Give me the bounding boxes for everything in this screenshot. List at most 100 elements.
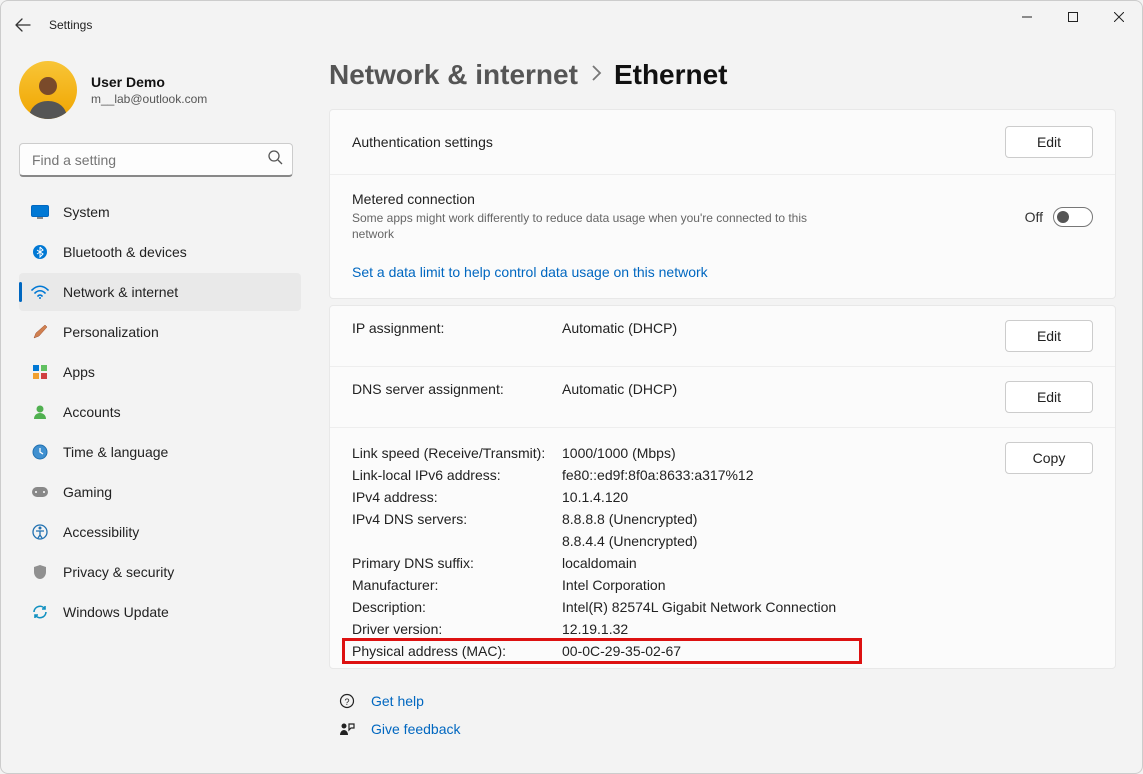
maximize-button[interactable] bbox=[1050, 1, 1096, 33]
nav-gaming[interactable]: Gaming bbox=[19, 473, 301, 511]
data-limit-link[interactable]: Set a data limit to help control data us… bbox=[330, 258, 730, 298]
titlebar: Settings bbox=[1, 1, 1142, 49]
auth-edit-button[interactable]: Edit bbox=[1005, 126, 1093, 158]
auth-row: Authentication settings Edit bbox=[330, 110, 1115, 174]
monitor-icon bbox=[31, 203, 49, 221]
metered-toggle-label: Off bbox=[1025, 209, 1043, 225]
nav-label: Network & internet bbox=[63, 284, 178, 300]
window-controls bbox=[1004, 1, 1142, 33]
info-val: Intel Corporation bbox=[562, 577, 862, 593]
get-help-link[interactable]: ? Get help bbox=[333, 687, 1116, 715]
info-row: Primary DNS suffix:localdomain bbox=[352, 552, 1093, 574]
clock-icon bbox=[31, 443, 49, 461]
nav-accessibility[interactable]: Accessibility bbox=[19, 513, 301, 551]
info-row: Description:Intel(R) 82574L Gigabit Netw… bbox=[352, 596, 1093, 618]
update-icon bbox=[31, 603, 49, 621]
close-button[interactable] bbox=[1096, 1, 1142, 33]
nav-network[interactable]: Network & internet bbox=[19, 273, 301, 311]
gamepad-icon bbox=[31, 483, 49, 501]
svg-text:?: ? bbox=[344, 697, 349, 707]
arrow-left-icon bbox=[15, 17, 31, 33]
copy-button[interactable]: Copy bbox=[1005, 442, 1093, 474]
nav-accounts[interactable]: Accounts bbox=[19, 393, 301, 431]
back-button[interactable] bbox=[1, 1, 45, 49]
user-name: User Demo bbox=[91, 74, 207, 90]
metered-subtitle: Some apps might work differently to redu… bbox=[352, 210, 832, 242]
feedback-icon bbox=[337, 721, 357, 737]
info-key: Primary DNS suffix: bbox=[352, 555, 562, 571]
nav-update[interactable]: Windows Update bbox=[19, 593, 301, 631]
info-val: Intel(R) 82574L Gigabit Network Connecti… bbox=[562, 599, 862, 615]
nav-label: Bluetooth & devices bbox=[63, 244, 187, 260]
info-row: IPv4 address:10.1.4.120 bbox=[352, 486, 1093, 508]
info-key bbox=[352, 533, 562, 549]
nav-privacy[interactable]: Privacy & security bbox=[19, 553, 301, 591]
dns-edit-button[interactable]: Edit bbox=[1005, 381, 1093, 413]
bluetooth-icon bbox=[31, 243, 49, 261]
info-key: Physical address (MAC): bbox=[352, 643, 562, 659]
nav-label: System bbox=[63, 204, 110, 220]
feedback-label: Give feedback bbox=[371, 721, 461, 737]
info-key: IPv4 DNS servers: bbox=[352, 511, 562, 527]
nav-apps[interactable]: Apps bbox=[19, 353, 301, 391]
info-key: Manufacturer: bbox=[352, 577, 562, 593]
user-email: m__lab@outlook.com bbox=[91, 92, 207, 106]
search-input[interactable] bbox=[19, 143, 293, 177]
info-val: 1000/1000 (Mbps) bbox=[562, 445, 862, 461]
dns-value: Automatic (DHCP) bbox=[562, 381, 993, 397]
apps-icon bbox=[31, 363, 49, 381]
metered-title: Metered connection bbox=[352, 191, 1025, 207]
settings-panel-1: Authentication settings Edit Metered con… bbox=[329, 109, 1116, 299]
info-key: Link speed (Receive/Transmit): bbox=[352, 445, 562, 461]
nav-label: Gaming bbox=[63, 484, 112, 500]
nav-personalization[interactable]: Personalization bbox=[19, 313, 301, 351]
person-icon bbox=[31, 403, 49, 421]
paintbrush-icon bbox=[31, 323, 49, 341]
info-key: IPv4 address: bbox=[352, 489, 562, 505]
footer-links: ? Get help Give feedback bbox=[329, 687, 1116, 743]
network-info-block: Copy Link speed (Receive/Transmit):1000/… bbox=[330, 428, 1115, 668]
nav-label: Apps bbox=[63, 364, 95, 380]
nav-time[interactable]: Time & language bbox=[19, 433, 301, 471]
settings-panel-2: IP assignment: Automatic (DHCP) Edit DNS… bbox=[329, 305, 1116, 669]
nav: System Bluetooth & devices Network & int… bbox=[19, 193, 301, 631]
auth-title: Authentication settings bbox=[352, 134, 1005, 150]
nav-label: Time & language bbox=[63, 444, 168, 460]
user-profile[interactable]: User Demo m__lab@outlook.com bbox=[19, 57, 301, 137]
avatar bbox=[19, 61, 77, 119]
ip-value: Automatic (DHCP) bbox=[562, 320, 993, 336]
window-title: Settings bbox=[49, 18, 92, 32]
shield-icon bbox=[31, 563, 49, 581]
info-val: 00-0C-29-35-02-67 bbox=[562, 643, 862, 659]
ip-edit-button[interactable]: Edit bbox=[1005, 320, 1093, 352]
help-label: Get help bbox=[371, 693, 424, 709]
nav-bluetooth[interactable]: Bluetooth & devices bbox=[19, 233, 301, 271]
accessibility-icon bbox=[31, 523, 49, 541]
nav-label: Accessibility bbox=[63, 524, 139, 540]
feedback-link[interactable]: Give feedback bbox=[333, 715, 1116, 743]
info-val: 8.8.8.8 (Unencrypted) bbox=[562, 511, 862, 527]
info-row: Driver version:12.19.1.32 bbox=[352, 618, 1093, 640]
info-val: fe80::ed9f:8f0a:8633:a317%12 bbox=[562, 467, 862, 483]
nav-label: Windows Update bbox=[63, 604, 169, 620]
help-icon: ? bbox=[337, 693, 357, 709]
breadcrumb-parent[interactable]: Network & internet bbox=[329, 59, 578, 91]
info-row: 8.8.4.4 (Unencrypted) bbox=[352, 530, 1093, 552]
nav-label: Accounts bbox=[63, 404, 121, 420]
metered-toggle[interactable] bbox=[1053, 207, 1093, 227]
dns-row: DNS server assignment: Automatic (DHCP) … bbox=[330, 367, 1115, 428]
nav-label: Privacy & security bbox=[63, 564, 174, 580]
info-val: 12.19.1.32 bbox=[562, 621, 862, 637]
search-box[interactable] bbox=[19, 143, 293, 177]
content: Network & internet Ethernet Authenticati… bbox=[311, 49, 1142, 773]
info-key: Driver version: bbox=[352, 621, 562, 637]
info-val: 8.8.4.4 (Unencrypted) bbox=[562, 533, 862, 549]
info-val: 10.1.4.120 bbox=[562, 489, 862, 505]
metered-row: Metered connection Some apps might work … bbox=[330, 174, 1115, 258]
minimize-button[interactable] bbox=[1004, 1, 1050, 33]
breadcrumb: Network & internet Ethernet bbox=[329, 59, 1116, 91]
info-key: Description: bbox=[352, 599, 562, 615]
nav-system[interactable]: System bbox=[19, 193, 301, 231]
chevron-right-icon bbox=[590, 64, 602, 87]
info-key: Link-local IPv6 address: bbox=[352, 467, 562, 483]
